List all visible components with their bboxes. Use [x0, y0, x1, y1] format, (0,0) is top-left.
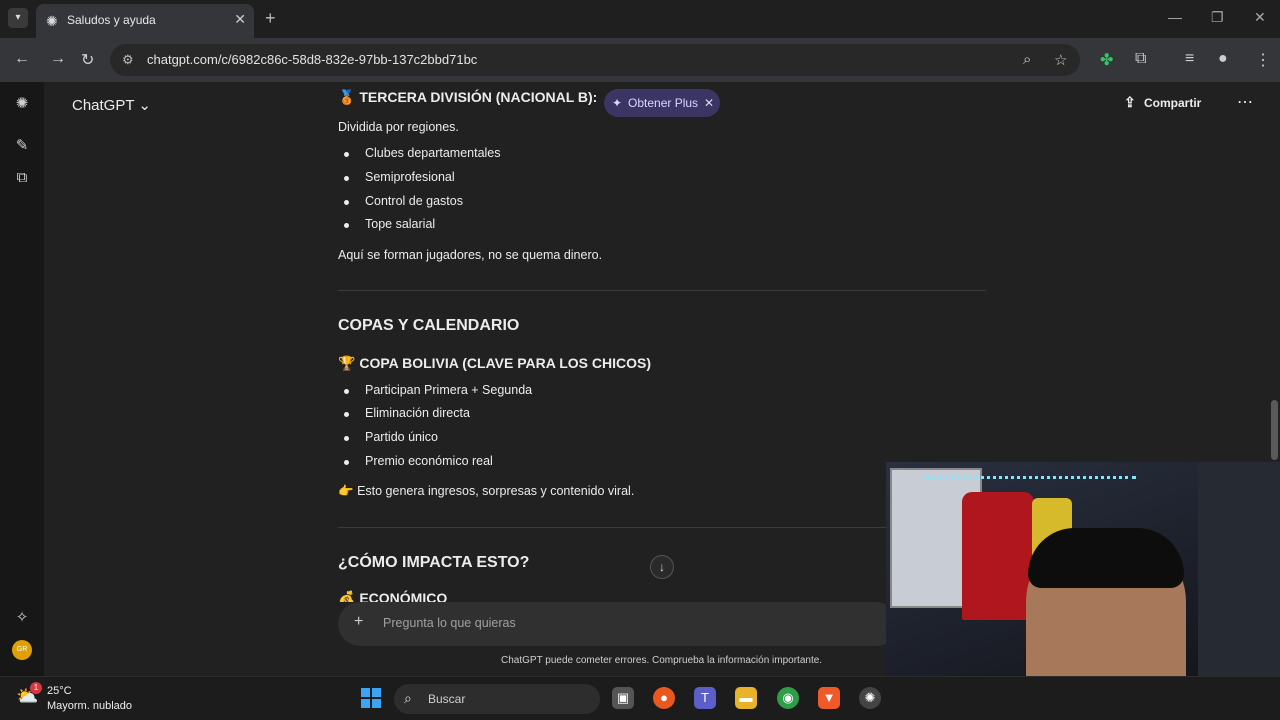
dividida-text: Dividida por regiones. — [338, 120, 459, 134]
restore-icon[interactable]: ❐ — [1211, 9, 1224, 26]
search-icon: ⌕ — [404, 690, 412, 706]
weather-temperature[interactable]: 25°C — [47, 685, 72, 697]
disclaimer-text: ChatGPT puede cometer errores. Comprueba… — [501, 655, 823, 666]
list-item: Premio económico real — [344, 454, 493, 468]
copa-title: COPA BOLIVIA (CLAVE PARA LOS CHICOS) — [359, 355, 651, 371]
bookmark-star-icon[interactable]: ☆ — [1054, 51, 1067, 69]
share-icon: ⇪ — [1124, 94, 1136, 110]
weather-description[interactable]: Mayorm. nublado — [47, 700, 132, 712]
scroll-down-icon[interactable]: ↓ — [650, 555, 674, 579]
list-item: Tope salarial — [343, 217, 436, 231]
tab-search-icon[interactable]: ▾ — [8, 8, 28, 28]
brave-icon[interactable]: ▼ — [818, 687, 840, 709]
media-control-icon[interactable]: ≡ — [1185, 50, 1194, 68]
weather-badge: 1 — [30, 682, 42, 694]
back-icon[interactable]: ← — [14, 50, 30, 68]
message-composer[interactable]: + Pregunta lo que quieras — [338, 602, 898, 646]
taskbar-search[interactable]: ⌕ Buscar — [394, 684, 600, 714]
economico-heading: 💰 ECONÓMICO — [338, 590, 447, 602]
url-text[interactable]: chatgpt.com/c/6982c86c-58d8-832e-97bb-13… — [147, 52, 477, 67]
browser-tab-bar: ▾ ✺ Saludos y ayuda ✕ + — ❐ ✕ — [0, 0, 1280, 38]
address-bar[interactable]: ⚙ chatgpt.com/c/6982c86c-58d8-832e-97bb-… — [110, 44, 1080, 76]
webcam-person-hair — [1028, 528, 1184, 588]
pointing-hand-icon: 👉 — [338, 484, 354, 498]
attach-plus-icon[interactable]: + — [354, 613, 363, 631]
taskbar-search-label: Buscar — [428, 692, 466, 706]
money-bag-icon: 💰 — [338, 590, 356, 602]
chatgpt-favicon-icon: ✺ — [46, 13, 58, 29]
chrome-icon[interactable]: ◉ — [777, 687, 799, 709]
teams-icon[interactable]: T — [694, 687, 716, 709]
impacta-heading: ¿CÓMO IMPACTA ESTO? — [338, 554, 530, 571]
list-item: Participan Primera + Segunda — [343, 383, 533, 397]
extensions-puzzle-icon[interactable]: ⧉ — [1135, 50, 1146, 68]
minimize-icon[interactable]: — — [1168, 9, 1182, 25]
scrollbar-thumb[interactable] — [1271, 400, 1278, 460]
reload-icon[interactable]: ↻ — [81, 50, 94, 70]
trophy-icon: 🏆 — [338, 355, 356, 371]
forward-icon[interactable]: → — [50, 50, 66, 68]
list-item: Partido único — [344, 430, 438, 444]
share-button[interactable]: ⇪ Compartir — [1124, 94, 1202, 110]
tab-close-icon[interactable]: ✕ — [234, 11, 246, 28]
list-item: Semiprofesional — [344, 170, 455, 184]
upgrade-sparkle-icon[interactable]: ✧ — [12, 608, 32, 628]
economico-title: ECONÓMICO — [359, 590, 448, 602]
profile-avatar-icon[interactable]: ● — [1218, 50, 1228, 68]
extension-icon[interactable]: ✤ — [1100, 50, 1113, 70]
browser-toolbar: ← → ↻ ⚙ chatgpt.com/c/6982c86c-58d8-832e… — [0, 38, 1280, 82]
more-options-icon[interactable]: ⋯ — [1237, 92, 1253, 112]
prompt-input[interactable]: Pregunta lo que quieras — [383, 616, 516, 630]
new-chat-icon[interactable]: ✎ — [12, 136, 32, 156]
genera-text: Esto genera ingresos, sorpresas y conten… — [357, 484, 635, 498]
browser-tab[interactable]: ✺ Saludos y ayuda ✕ — [36, 4, 254, 38]
user-avatar[interactable]: GR — [12, 640, 32, 660]
divider — [338, 290, 986, 291]
new-tab-icon[interactable]: + — [265, 8, 276, 29]
sidebar: ✺ ✎ ⧉ ✧ GR — [0, 82, 44, 676]
share-label: Compartir — [1144, 96, 1202, 110]
bronze-medal-icon: 🥉 — [338, 89, 356, 105]
copa-heading: 🏆 COPA BOLIVIA (CLAVE PARA LOS CHICOS) — [338, 355, 651, 372]
windows-taskbar: ⛅ 1 25°C Mayorm. nublado ⌕ Buscar ▣ ● T … — [0, 676, 1280, 720]
list-item: Clubes departamentales — [344, 146, 501, 160]
webcam-red-jersey — [962, 492, 1034, 620]
list-item: Control de gastos — [344, 194, 463, 208]
chatgpt-app-icon[interactable]: ✺ — [859, 687, 881, 709]
genera-line: 👉 Esto genera ingresos, sorpresas y cont… — [338, 484, 634, 499]
aqui-text: Aquí se forman jugadores, no se quema di… — [338, 248, 603, 262]
chatgpt-logo-icon[interactable]: ✺ — [12, 94, 32, 114]
list-item: Eliminación directa — [344, 406, 470, 420]
model-selector[interactable]: ChatGPT ⌄ — [72, 96, 151, 114]
browser-menu-icon[interactable]: ⋮ — [1255, 50, 1271, 70]
file-explorer-icon[interactable]: ▬ — [735, 687, 757, 709]
close-window-icon[interactable]: ✕ — [1254, 9, 1266, 26]
firefox-icon[interactable]: ● — [653, 687, 675, 709]
windows-start-icon[interactable] — [361, 688, 381, 708]
task-view-icon[interactable]: ▣ — [612, 687, 634, 709]
copas-heading: COPAS Y CALENDARIO — [338, 317, 520, 334]
library-icon[interactable]: ⧉ — [12, 168, 32, 188]
tab-title: Saludos y ayuda — [67, 13, 156, 27]
site-info-icon[interactable]: ⚙ — [122, 52, 134, 68]
tercera-heading: 🥉 TERCERA DIVISIÓN (NACIONAL B): — [338, 89, 597, 106]
zoom-icon[interactable]: ⌕ — [1023, 51, 1031, 68]
webcam-string-lights — [926, 476, 1136, 496]
tercera-title: TERCERA DIVISIÓN (NACIONAL B): — [359, 89, 598, 105]
